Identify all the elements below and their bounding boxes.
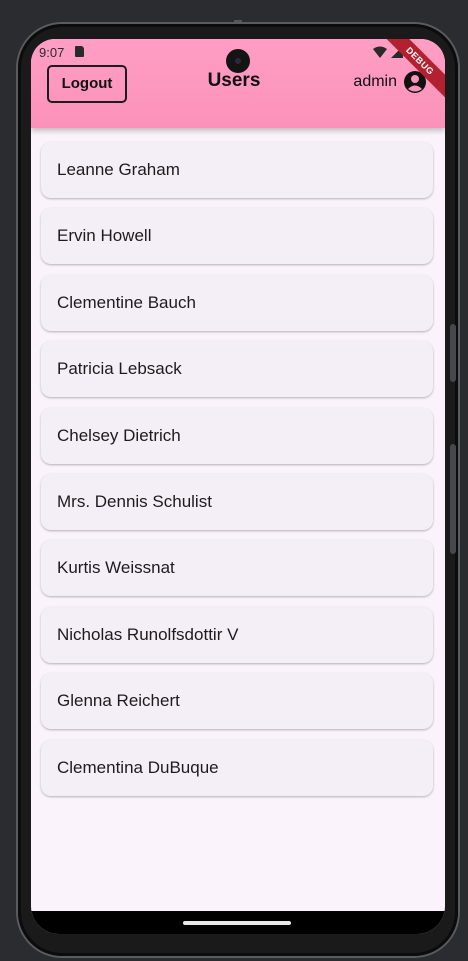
- wifi-icon: [373, 46, 387, 58]
- user-name: Ervin Howell: [57, 226, 152, 246]
- home-gesture-handle[interactable]: [183, 921, 291, 925]
- device-screen: 9:07 DEBUG Logout Users admin Leanne Gra…: [31, 39, 445, 934]
- volume-button: [450, 324, 456, 382]
- status-time: 9:07: [39, 45, 65, 60]
- user-card[interactable]: Ervin Howell: [41, 208, 433, 265]
- system-nav-bar: [31, 911, 445, 934]
- user-card[interactable]: Glenna Reichert: [41, 673, 433, 730]
- user-name: Clementine Bauch: [57, 292, 196, 312]
- power-button: [450, 444, 456, 554]
- user-card[interactable]: Kurtis Weissnat: [41, 540, 433, 597]
- emulator-frame-top: [0, 0, 468, 26]
- app-bar: 9:07 DEBUG Logout Users admin: [31, 39, 445, 128]
- user-list: Leanne Graham Ervin Howell Clementine Ba…: [41, 142, 433, 806]
- sd-card-icon: [75, 46, 84, 57]
- user-card[interactable]: Patricia Lebsack: [41, 341, 433, 398]
- user-card[interactable]: Clementina DuBuque: [41, 739, 433, 796]
- user-name: Kurtis Weissnat: [57, 558, 175, 578]
- user-name: Chelsey Dietrich: [57, 425, 181, 445]
- user-card[interactable]: Clementine Bauch: [41, 274, 433, 331]
- user-name: Mrs. Dennis Schulist: [57, 491, 212, 511]
- user-name: Nicholas Runolfsdottir V: [57, 624, 239, 644]
- user-name: Leanne Graham: [57, 160, 180, 179]
- current-user[interactable]: admin: [353, 70, 427, 94]
- user-card[interactable]: Mrs. Dennis Schulist: [41, 473, 433, 530]
- device-frame: 9:07 DEBUG Logout Users admin Leanne Gra…: [18, 24, 458, 956]
- user-name: Patricia Lebsack: [57, 359, 182, 379]
- user-card[interactable]: Leanne Graham: [41, 142, 433, 198]
- user-card[interactable]: Chelsey Dietrich: [41, 407, 433, 464]
- user-name: Glenna Reichert: [57, 691, 180, 711]
- user-card[interactable]: Nicholas Runolfsdottir V: [41, 606, 433, 663]
- user-name: Clementina DuBuque: [57, 757, 219, 777]
- username-label: admin: [353, 73, 397, 90]
